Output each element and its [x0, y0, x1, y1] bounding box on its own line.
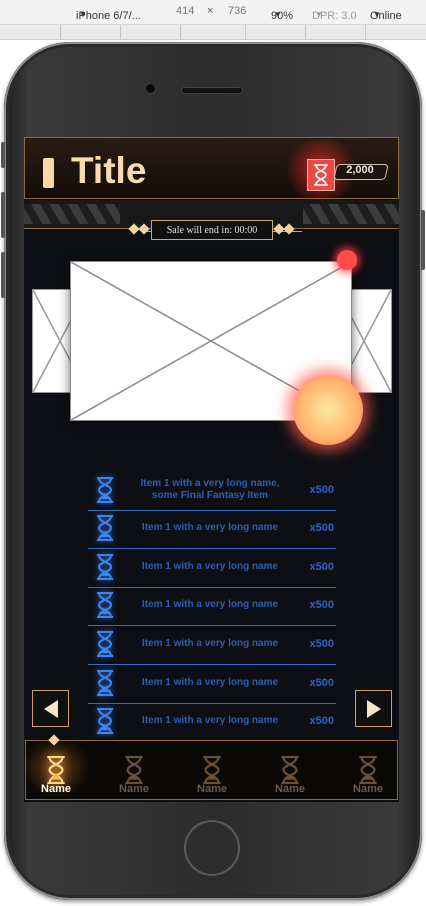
item-name: Item 1 with a very long name: [141, 522, 279, 533]
shop-item-row[interactable]: Item 1 with a very long name x500: [88, 626, 336, 665]
item-name: Item 1 with a very long name, some Final…: [140, 478, 280, 501]
shop-item-row[interactable]: Item 1 with a very long name x500: [88, 510, 336, 549]
tab-label: Name: [275, 783, 305, 795]
dropdown-arrow-icon: ▼: [274, 10, 282, 19]
hourglass-icon: [94, 553, 116, 581]
title-accent-bar: [43, 158, 54, 188]
shop-item-row[interactable]: Item 1 with a very long name x500: [88, 587, 336, 626]
width-input[interactable]: 414: [176, 5, 194, 17]
hourglass-icon: [94, 707, 116, 735]
devtools-toolbar: iPhone 6/7/... ▼ 414 × 736 90% ▼ DPR: 3.0 ▼…: [0, 0, 426, 25]
dimension-separator: ×: [207, 5, 214, 17]
tab-5[interactable]: Name: [331, 741, 399, 799]
hourglass-icon: [94, 476, 116, 504]
ruler: [0, 25, 426, 40]
item-quantity: x500: [309, 715, 334, 727]
hourglass-icon: [94, 591, 116, 619]
page-title: Title: [71, 150, 147, 191]
hourglass-icon: [94, 669, 116, 697]
item-name: Item 1 with a very long name: [141, 638, 279, 649]
item-name: Item 1 with a very long name: [141, 599, 279, 610]
hourglass-icon: [197, 755, 227, 785]
item-quantity: x500: [309, 484, 334, 496]
item-name: Item 1 with a very long name: [141, 715, 279, 726]
shop-item-row[interactable]: Item 1 with a very long name x500: [88, 549, 336, 588]
power-button: [421, 210, 425, 270]
item-name: Item 1 with a very long name: [141, 561, 279, 572]
tab-label: Name: [353, 783, 383, 795]
top-bar: Title 2,000: [24, 137, 399, 200]
hourglass-icon: [94, 514, 116, 542]
item-quantity: x500: [309, 561, 334, 573]
shop-item-row[interactable]: Item 1 with a very long name, some Final…: [88, 472, 336, 511]
hourglass-icon: [119, 755, 149, 785]
item-quantity: x500: [309, 638, 334, 650]
stripe-pattern-left: [24, 204, 120, 224]
hourglass-icon: [94, 630, 116, 658]
hourglass-icon: [353, 755, 383, 785]
tab-2[interactable]: Name: [97, 741, 171, 799]
tab-bar: Name Name Name Name Name: [24, 740, 399, 800]
notification-dot: [337, 250, 357, 270]
item-quantity: x500: [309, 677, 334, 689]
dropdown-arrow-icon: ▼: [315, 10, 323, 19]
item-quantity: x500: [309, 522, 334, 534]
item-quantity: x500: [309, 599, 334, 611]
arrow-right-icon: [366, 699, 381, 718]
shop-item-row[interactable]: Item 1 with a very long name x500: [88, 703, 336, 742]
tab-4[interactable]: Name: [253, 741, 327, 799]
height-input[interactable]: 736: [228, 5, 246, 17]
volume-up-button: [1, 192, 5, 238]
arrow-left-icon: [43, 699, 58, 718]
stripe-pattern-right: [303, 204, 399, 224]
tab-label: Name: [119, 783, 149, 795]
hourglass-icon: [41, 755, 71, 785]
prev-arrow-button[interactable]: [32, 690, 69, 727]
item-name: Item 1 with a very long name: [141, 677, 279, 688]
currency-value: 2,000: [346, 164, 374, 176]
dropdown-arrow-icon: ▼: [79, 10, 87, 19]
hourglass-icon: [275, 755, 305, 785]
shop-item-row[interactable]: Item 1 with a very long name x500: [88, 665, 336, 704]
sale-timer: Sale will end in: 00:00: [151, 220, 273, 240]
hourglass-icon: [307, 159, 335, 191]
home-button[interactable]: [184, 820, 240, 876]
glow-orb: [293, 375, 363, 445]
volume-down-button: [1, 252, 5, 298]
mute-switch: [1, 142, 5, 168]
next-arrow-button[interactable]: [355, 690, 392, 727]
tab-1[interactable]: Name: [24, 741, 93, 799]
dropdown-arrow-icon: ▼: [373, 10, 381, 19]
tab-3[interactable]: Name: [175, 741, 249, 799]
earpiece-speaker: [182, 88, 242, 93]
game-screen: Title 2,000 Sale will end in: 00:00 Item…: [24, 137, 399, 802]
tab-label: Name: [197, 783, 227, 795]
front-camera: [146, 84, 155, 93]
